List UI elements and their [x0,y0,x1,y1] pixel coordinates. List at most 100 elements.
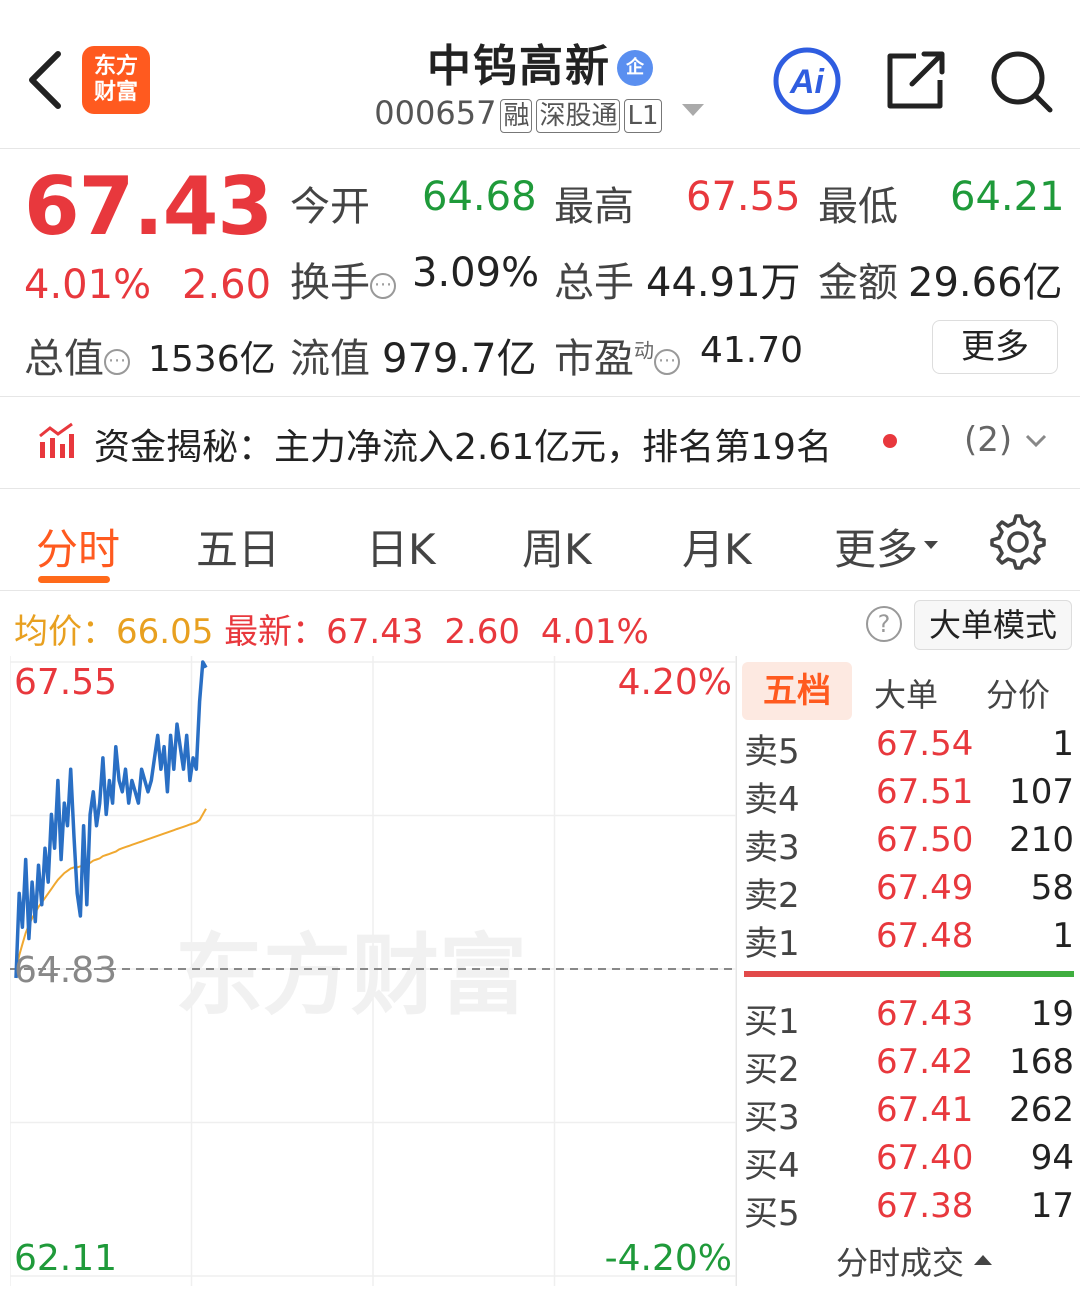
tag-margin: 融 [500,99,533,133]
ask-price: 67.50 [876,820,974,860]
active-tab-indicator [38,576,110,583]
bid-row[interactable]: 买4 67.40 94 [744,1138,1074,1186]
ask-row[interactable]: 卖2 67.49 58 [744,868,1074,916]
ask-level-label: 卖4 [744,780,800,820]
chevron-down-icon[interactable] [1024,432,1048,450]
fund-flow-icon [39,422,74,458]
dropdown-triangle-icon[interactable] [680,100,706,120]
low-label: 最低 [818,184,898,230]
latest-value: 67.43 [326,612,424,652]
turnover-label-text: 换手 [290,260,370,306]
ask-row[interactable]: 卖1 67.48 1 [744,916,1074,964]
time-and-sales-toggle[interactable]: 分时成交 [836,1238,994,1284]
amount-value: 29.66亿 [908,260,1063,306]
unread-dot [883,434,897,448]
divider [736,656,737,1286]
info-icon[interactable]: ⋯ [654,349,680,375]
pct-axis-top-label: 4.20% [617,662,732,703]
watermark: 东方财富 [175,924,527,1027]
divider [0,148,1080,149]
info-icon[interactable]: ⋯ [104,349,130,375]
total-value-label[interactable]: 总值 ⋯ [24,326,130,384]
last-price: 67.43 [24,160,273,253]
tab-weekly-k[interactable]: 周K [522,516,592,577]
divider [0,396,1080,397]
turnover-label[interactable]: 换手 ⋯ [290,250,396,308]
bid-level-label: 买1 [744,1002,800,1042]
ask-volume: 58 [1030,868,1074,908]
enterprise-badge: 企 [617,50,653,86]
stock-code: 000657 [374,94,497,132]
high-label: 最高 [554,184,634,230]
ask-price: 67.49 [876,868,974,908]
tag-level: L1 [624,99,662,133]
tab-price-distribution[interactable]: 分价 [986,670,1050,716]
big-order-mode-button[interactable]: 大单模式 [914,600,1072,650]
intraday-summary: 均价：66.05 最新：67.43 2.60 4.01% [14,604,649,653]
ask-volume: 107 [1009,772,1074,812]
ask-row[interactable]: 卖5 67.54 1 [744,724,1074,772]
latest-label: 最新： [224,612,327,652]
tab-intraday[interactable]: 分时 [36,516,120,577]
search-icon[interactable] [988,48,1054,114]
bid-row[interactable]: 买5 67.38 17 [744,1186,1074,1234]
divider [0,590,1080,591]
share-icon[interactable] [886,48,946,110]
bid-price: 67.38 [876,1186,974,1226]
summary-change-amount: 2.60 [444,612,521,652]
ask-level-label: 卖3 [744,828,800,868]
y-axis-mid-label: 64.83 [14,950,118,991]
bid-level-label: 买3 [744,1098,800,1138]
summary-change-percent: 4.01% [540,612,649,652]
pe-label-text: 市盈 [554,336,634,382]
open-label: 今开 [290,184,370,230]
total-value: 1536亿 [148,339,276,380]
bid-price: 67.43 [876,994,974,1034]
ask-volume: 1 [1052,916,1074,956]
pe-superscript: 动 [634,338,654,363]
caret-up-icon [974,1255,993,1265]
tab-more[interactable]: 更多 [834,516,940,577]
tab-daily-k[interactable]: 日K [366,516,436,577]
pe-label[interactable]: 市盈动 ⋯ [554,326,680,384]
ai-assistant-icon[interactable]: Ai [772,46,842,116]
bid-volume: 19 [1030,994,1074,1034]
ask-price: 67.54 [876,724,974,764]
gear-icon[interactable] [990,514,1046,570]
tab-monthly-k[interactable]: 月K [682,516,752,577]
change-percent: 4.01% [24,262,152,308]
bid-row[interactable]: 买3 67.41 262 [744,1090,1074,1138]
bid-level-label: 买2 [744,1050,800,1090]
amount-label: 金额 [818,260,898,306]
bid-row[interactable]: 买1 67.43 19 [744,994,1074,1042]
caret-down-icon [924,541,939,549]
low-value: 64.21 [950,174,1065,220]
ask-row[interactable]: 卖3 67.50 210 [744,820,1074,868]
avg-price-value: 66.05 [116,612,214,652]
help-icon[interactable]: ? [866,606,902,642]
info-icon[interactable]: ⋯ [370,273,396,299]
volume-value: 44.91万 [646,260,801,306]
ask-level-label: 卖1 [744,924,800,964]
stock-name: 中钨高新 [427,41,611,92]
bid-price: 67.42 [876,1042,974,1082]
ask-level-label: 卖2 [744,876,800,916]
bid-level-label: 买4 [744,1146,800,1186]
fund-flow-text[interactable]: 资金揭秘：主力净流入2.61亿元，排名第19名 [94,418,832,470]
ask-price: 67.48 [876,916,974,956]
pe-value: 41.70 [700,330,804,371]
ask-price: 67.51 [876,772,974,812]
pct-axis-bottom-label: -4.20% [604,1238,732,1279]
change-amount: 2.60 [182,262,272,308]
ask-row[interactable]: 卖4 67.51 107 [744,772,1074,820]
tab-five-day[interactable]: 五日 [196,516,280,577]
tab-five-levels[interactable]: 五档 [742,662,852,720]
float-value-label: 流值 [290,336,370,382]
ask-volume: 1 [1052,724,1074,764]
more-quote-button[interactable]: 更多 [932,320,1058,374]
fund-flow-count[interactable]: (2) [964,420,1012,460]
tab-big-orders[interactable]: 大单 [874,670,938,716]
volume-label: 总手 [554,260,634,306]
bid-row[interactable]: 买2 67.42 168 [744,1042,1074,1090]
intraday-chart[interactable]: 东方财富 [10,656,736,1286]
